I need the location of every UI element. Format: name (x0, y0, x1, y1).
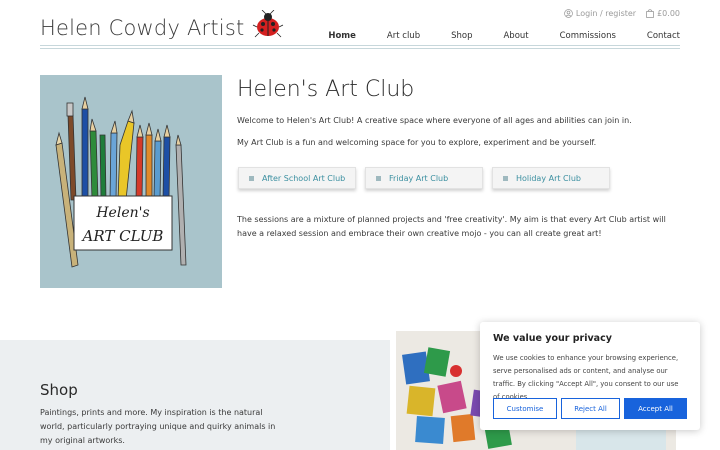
site-logo[interactable]: Helen Cowdy Artist (40, 10, 284, 40)
button-label: Holiday Art Club (516, 173, 582, 183)
cookie-consent-banner: We value your privacy We use cookies to … (480, 322, 700, 430)
ladybird-icon (253, 10, 284, 38)
art-club-image: Helen's ART CLUB (40, 75, 222, 288)
cookie-description: We use cookies to enhance your browsing … (493, 354, 679, 401)
shopping-bag-icon (646, 9, 654, 18)
account-bar: Login / register £0.00 (564, 9, 680, 18)
header-divider-secondary (40, 48, 680, 49)
square-bullet-icon (249, 175, 254, 181)
cookie-title: We value your privacy (493, 333, 612, 344)
nav-contact[interactable]: Contact (647, 31, 680, 41)
page-title: Helen's Art Club (237, 77, 415, 102)
after-school-art-club-button[interactable]: After School Art Club (238, 167, 356, 189)
button-label: Friday Art Club (389, 173, 449, 183)
cart-total: £0.00 (657, 9, 680, 18)
header-divider (40, 45, 680, 46)
accept-all-button[interactable]: Accept All (624, 398, 687, 419)
nav-about[interactable]: About (503, 31, 528, 41)
shop-description: Paintings, prints and more. My inspirati… (40, 408, 276, 445)
pencils-illustration: Helen's ART CLUB (55, 96, 187, 268)
nav-commissions[interactable]: Commissions (560, 31, 616, 41)
login-link[interactable]: Login / register (564, 9, 636, 18)
welcome-paragraph: My Art Club is a fun and welcoming space… (237, 138, 597, 147)
nav-art-club[interactable]: Art club (387, 31, 420, 41)
user-icon (564, 9, 573, 18)
nav-shop[interactable]: Shop (451, 31, 472, 41)
holiday-art-club-button[interactable]: Holiday Art Club (492, 167, 610, 189)
reject-all-button[interactable]: Reject All (561, 398, 620, 419)
friday-art-club-button[interactable]: Friday Art Club (365, 167, 483, 189)
cart-link[interactable]: £0.00 (646, 9, 680, 18)
square-bullet-icon (503, 175, 508, 181)
intro-paragraph: Welcome to Helen's Art Club! A creative … (237, 116, 632, 125)
sessions-paragraph: The sessions are a mixture of planned pr… (237, 215, 666, 238)
main-nav: Home Art club Shop About Commissions Con… (297, 31, 680, 41)
cookie-actions: Customise Reject All Accept All (493, 398, 687, 419)
logo-text: Helen Cowdy Artist (40, 16, 245, 40)
button-label: After School Art Club (262, 173, 346, 183)
shop-heading: Shop (40, 381, 78, 399)
nav-home[interactable]: Home (328, 31, 356, 41)
login-label: Login / register (575, 9, 637, 18)
customise-button[interactable]: Customise (493, 398, 557, 419)
image-caption-line2: ART CLUB (81, 227, 164, 245)
image-caption-line1: Helen's (95, 205, 149, 221)
square-bullet-icon (376, 175, 381, 181)
art-club-buttons: After School Art Club Friday Art Club Ho… (238, 167, 610, 189)
